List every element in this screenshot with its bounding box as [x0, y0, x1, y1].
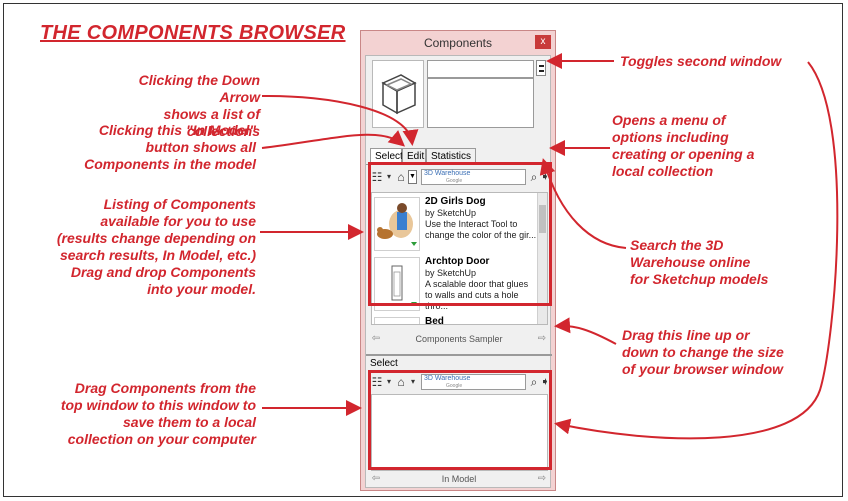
arrow-in-model — [261, 130, 406, 149]
arrow-search — [539, 158, 627, 249]
arrow-down-arrow — [261, 94, 419, 146]
arrow-toggle-loop — [554, 61, 839, 440]
annotation-arrows — [260, 53, 839, 440]
arrow-drag-line — [554, 317, 617, 345]
